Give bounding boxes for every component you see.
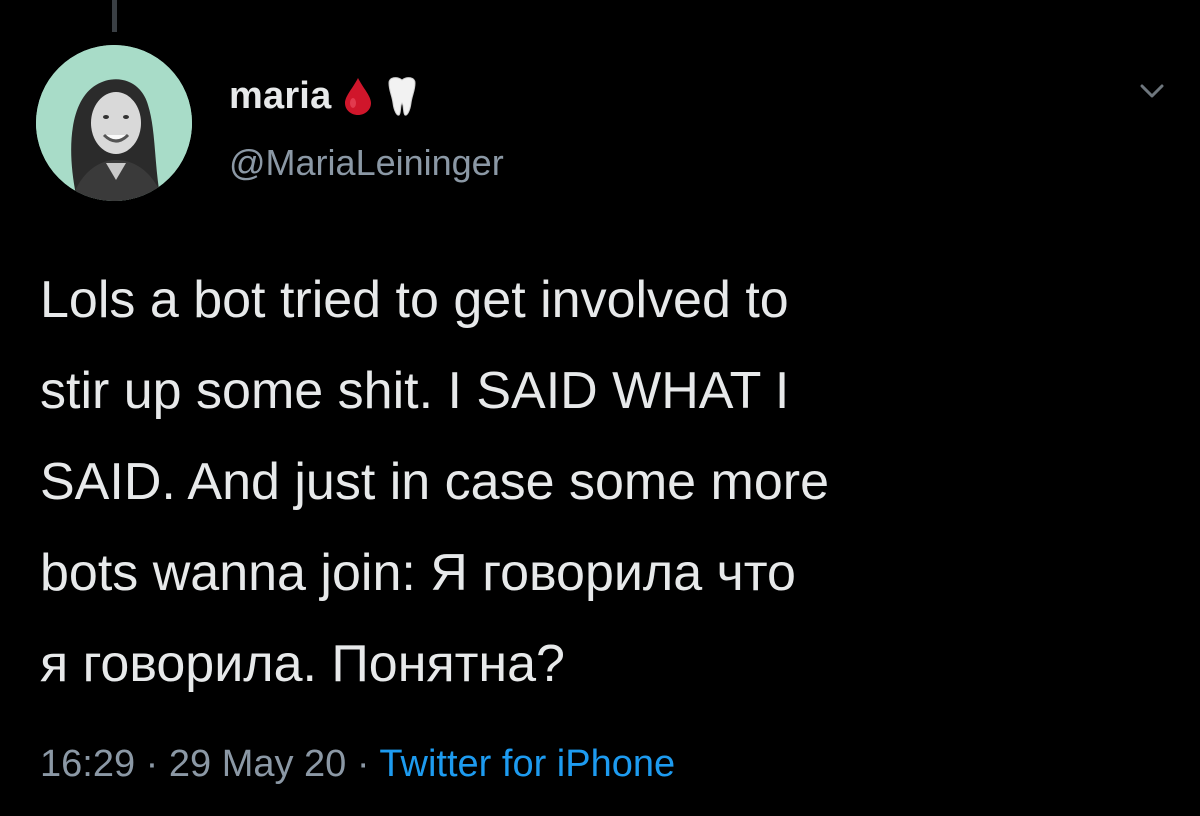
tweet-text: Lols a bot tried to get involved to stir… (40, 271, 830, 693)
display-name-row[interactable]: maria (229, 70, 419, 122)
tweet-date[interactable]: 29 May 20 (169, 743, 346, 785)
tweet-source-link[interactable]: Twitter for iPhone (379, 743, 675, 785)
tooth-icon (385, 75, 419, 117)
user-handle[interactable]: @MariaLeininger (229, 142, 504, 184)
avatar[interactable] (36, 45, 192, 201)
meta-separator: · (346, 743, 380, 785)
blood-drop-icon (343, 76, 373, 116)
tweet-time[interactable]: 16:29 (40, 743, 135, 785)
avatar-photo (36, 45, 192, 201)
tweet-metadata: 16:29 · 29 May 20 · Twitter for iPhone (40, 743, 675, 786)
meta-separator: · (135, 743, 169, 785)
thread-connector-line (112, 0, 117, 32)
chevron-down-icon[interactable] (1134, 76, 1170, 106)
display-name[interactable]: maria (229, 75, 331, 118)
